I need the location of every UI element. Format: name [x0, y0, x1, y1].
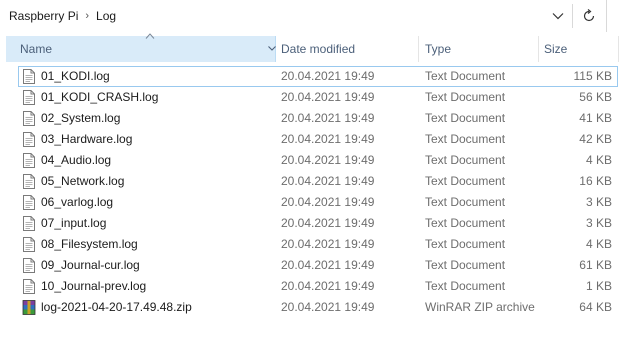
- file-size: 16 KB: [579, 174, 612, 188]
- file-name: 06_varlog.log: [41, 195, 114, 209]
- file-date: 20.04.2021 19:49: [281, 174, 375, 188]
- file-date: 20.04.2021 19:49: [281, 216, 375, 230]
- file-name: 04_Audio.log: [41, 153, 112, 167]
- refresh-button[interactable]: [577, 4, 601, 28]
- file-type: Text Document: [425, 90, 506, 104]
- file-row[interactable]: 09_Journal-cur.log 20.04.2021 19:49 Text…: [0, 255, 630, 276]
- column-header-type-label: Type: [425, 42, 452, 56]
- text-document-icon: [23, 69, 35, 84]
- file-size: 61 KB: [579, 258, 612, 272]
- file-name: 08_Filesystem.log: [41, 237, 138, 251]
- file-name: 05_Network.log: [41, 174, 125, 188]
- file-size: 1 KB: [585, 279, 612, 293]
- text-document-icon: [23, 90, 35, 105]
- column-header-name-label: Name: [20, 42, 53, 56]
- file-type: Text Document: [425, 153, 506, 167]
- file-name: 07_input.log: [41, 216, 107, 230]
- column-headers: Name Date modified Type Size: [0, 33, 630, 62]
- file-row[interactable]: 01_KODI_CRASH.log 20.04.2021 19:49 Text …: [0, 87, 630, 108]
- file-name: 01_KODI.log: [41, 69, 110, 83]
- file-row[interactable]: 05_Network.log 20.04.2021 19:49 Text Doc…: [0, 171, 630, 192]
- column-header-type[interactable]: Type: [418, 36, 538, 62]
- refresh-icon: [583, 9, 595, 22]
- file-size: 42 KB: [579, 132, 612, 146]
- file-date: 20.04.2021 19:49: [281, 111, 375, 125]
- column-header-date-modified[interactable]: Date modified: [276, 36, 418, 62]
- breadcrumb: Raspberry Pi › Log: [9, 8, 116, 24]
- file-date: 20.04.2021 19:49: [281, 279, 375, 293]
- file-type: Text Document: [425, 279, 506, 293]
- file-size: 3 KB: [585, 195, 612, 209]
- file-name: 10_Journal-prev.log: [41, 279, 147, 293]
- file-row[interactable]: 02_System.log 20.04.2021 19:49 Text Docu…: [0, 108, 630, 129]
- text-document-icon: [23, 237, 35, 252]
- file-type: Text Document: [425, 258, 506, 272]
- file-type: Text Document: [425, 132, 506, 146]
- file-date: 20.04.2021 19:49: [281, 258, 375, 272]
- text-document-icon: [23, 258, 35, 273]
- chevron-down-icon: [552, 13, 564, 20]
- file-name: 09_Journal-cur.log: [41, 258, 140, 272]
- file-type: Text Document: [425, 69, 506, 83]
- breadcrumb-item-log[interactable]: Log: [96, 9, 116, 23]
- breadcrumb-separator-icon[interactable]: ›: [85, 10, 89, 22]
- file-type: Text Document: [425, 111, 506, 125]
- file-size: 4 KB: [585, 237, 612, 251]
- file-size: 41 KB: [579, 111, 612, 125]
- text-document-icon: [23, 111, 35, 126]
- file-date: 20.04.2021 19:49: [281, 153, 375, 167]
- file-date: 20.04.2021 19:49: [281, 237, 375, 251]
- column-header-name[interactable]: Name: [6, 33, 276, 62]
- winrar-archive-icon: [22, 300, 36, 315]
- file-type: Text Document: [425, 216, 506, 230]
- text-document-icon: [23, 216, 35, 231]
- address-bar[interactable]: Raspberry Pi › Log: [0, 0, 630, 32]
- address-right-border: [606, 0, 607, 32]
- file-size: 56 KB: [579, 90, 612, 104]
- file-row[interactable]: 07_input.log 20.04.2021 19:49 Text Docum…: [0, 213, 630, 234]
- file-size: 64 KB: [579, 300, 612, 314]
- file-type: Text Document: [425, 237, 506, 251]
- file-row[interactable]: 10_Journal-prev.log 20.04.2021 19:49 Tex…: [0, 276, 630, 297]
- file-row[interactable]: 03_Hardware.log 20.04.2021 19:49 Text Do…: [0, 129, 630, 150]
- file-size: 4 KB: [585, 153, 612, 167]
- file-size: 3 KB: [585, 216, 612, 230]
- text-document-icon: [23, 153, 35, 168]
- text-document-icon: [23, 174, 35, 189]
- file-row[interactable]: 04_Audio.log 20.04.2021 19:49 Text Docum…: [0, 150, 630, 171]
- text-document-icon: [23, 132, 35, 147]
- breadcrumb-item-raspberry-pi[interactable]: Raspberry Pi: [9, 9, 78, 23]
- file-type: WinRAR ZIP archive: [425, 300, 535, 314]
- file-name: 02_System.log: [41, 111, 121, 125]
- column-divider[interactable]: [618, 36, 619, 62]
- file-date: 20.04.2021 19:49: [281, 132, 375, 146]
- file-date: 20.04.2021 19:49: [281, 69, 375, 83]
- file-name: 01_KODI_CRASH.log: [41, 90, 159, 104]
- address-history-dropdown-button[interactable]: [546, 4, 570, 28]
- sort-ascending-icon: [145, 33, 155, 39]
- text-document-icon: [23, 195, 35, 210]
- file-size: 115 KB: [573, 69, 612, 83]
- file-row[interactable]: log-2021-04-20-17.49.48.zip 20.04.2021 1…: [0, 297, 630, 318]
- address-divider: [572, 4, 573, 28]
- file-type: Text Document: [425, 195, 506, 209]
- file-row[interactable]: 08_Filesystem.log 20.04.2021 19:49 Text …: [0, 234, 630, 255]
- file-row[interactable]: 06_varlog.log 20.04.2021 19:49 Text Docu…: [0, 192, 630, 213]
- file-name: log-2021-04-20-17.49.48.zip: [41, 300, 192, 314]
- file-row[interactable]: 01_KODI.log 20.04.2021 19:49 Text Docume…: [0, 66, 630, 87]
- file-date: 20.04.2021 19:49: [281, 195, 375, 209]
- file-type: Text Document: [425, 174, 506, 188]
- column-header-date-label: Date modified: [281, 42, 356, 56]
- file-date: 20.04.2021 19:49: [281, 300, 375, 314]
- file-name: 03_Hardware.log: [41, 132, 133, 146]
- file-date: 20.04.2021 19:49: [281, 90, 375, 104]
- column-header-size-label: Size: [544, 42, 568, 56]
- text-document-icon: [23, 279, 35, 294]
- column-header-size[interactable]: Size: [538, 36, 618, 62]
